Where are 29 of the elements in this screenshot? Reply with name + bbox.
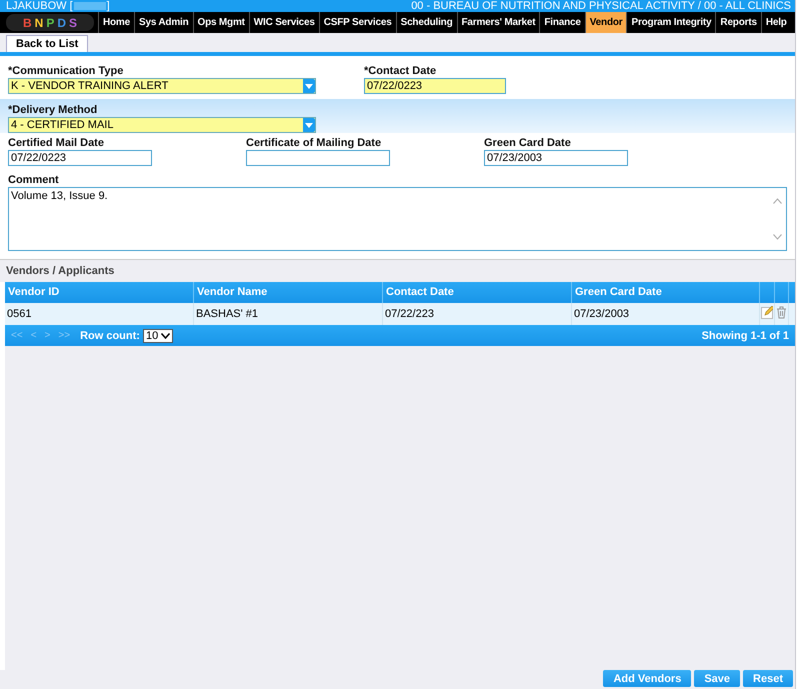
- user-name: LJAKUBOW [ ]: [6, 0, 110, 12]
- card-date-field[interactable]: 07/23/2003: [484, 150, 628, 166]
- trash-icon[interactable]: [776, 306, 787, 319]
- delivery-method-select[interactable]: 4 - CERTIFIED MAIL: [8, 117, 316, 133]
- chevron-down-icon: [161, 332, 170, 338]
- table-row[interactable]: 0561 BASHAS' #1 07/22/223 07/23/2003: [5, 303, 795, 325]
- field-label: *Contact Date: [364, 65, 438, 78]
- row-count-select[interactable]: 10: [142, 328, 174, 342]
- row-count-label: Row count:: [80, 330, 140, 342]
- nav-tab[interactable]: Vendor: [584, 12, 626, 33]
- comment-field[interactable]: Volume 13, Issue 9.: [8, 187, 787, 251]
- back-to-list-tab[interactable]: Back to List: [6, 35, 88, 52]
- certificate-of-mailing-date-field[interactable]: [246, 150, 390, 166]
- certified-mail-date-field[interactable]: 07/22/0223: [8, 150, 152, 166]
- agency-title: 00 - BUREAU OF NUTRITION AND PHYSICAL ACTIVITY / 00 - ALL CLINICS: [411, 0, 791, 12]
- logo[interactable]: B N P D S: [6, 14, 94, 31]
- field-label: Comment: [8, 174, 60, 187]
- communication-type-select[interactable]: K - VENDOR TRAINING ALERT: [8, 78, 316, 94]
- showing-count: Showing 1-1 of 1: [702, 330, 789, 342]
- scroll-down-icon[interactable]: [773, 234, 782, 240]
- field-label: *Delivery Method: [8, 104, 98, 117]
- edit-icon[interactable]: [761, 306, 773, 319]
- field-label: Certified Mail Date: [8, 137, 105, 150]
- field-label: *Communication Type: [8, 65, 124, 78]
- contact-date-field[interactable]: 07/22/0223: [364, 78, 506, 94]
- field-label: Green Card Date: [484, 137, 572, 150]
- scroll-up-icon[interactable]: [773, 198, 782, 204]
- field-label: Certificate of Mailing Date: [246, 137, 382, 150]
- section-title: Vendors / Applicants: [0, 260, 795, 282]
